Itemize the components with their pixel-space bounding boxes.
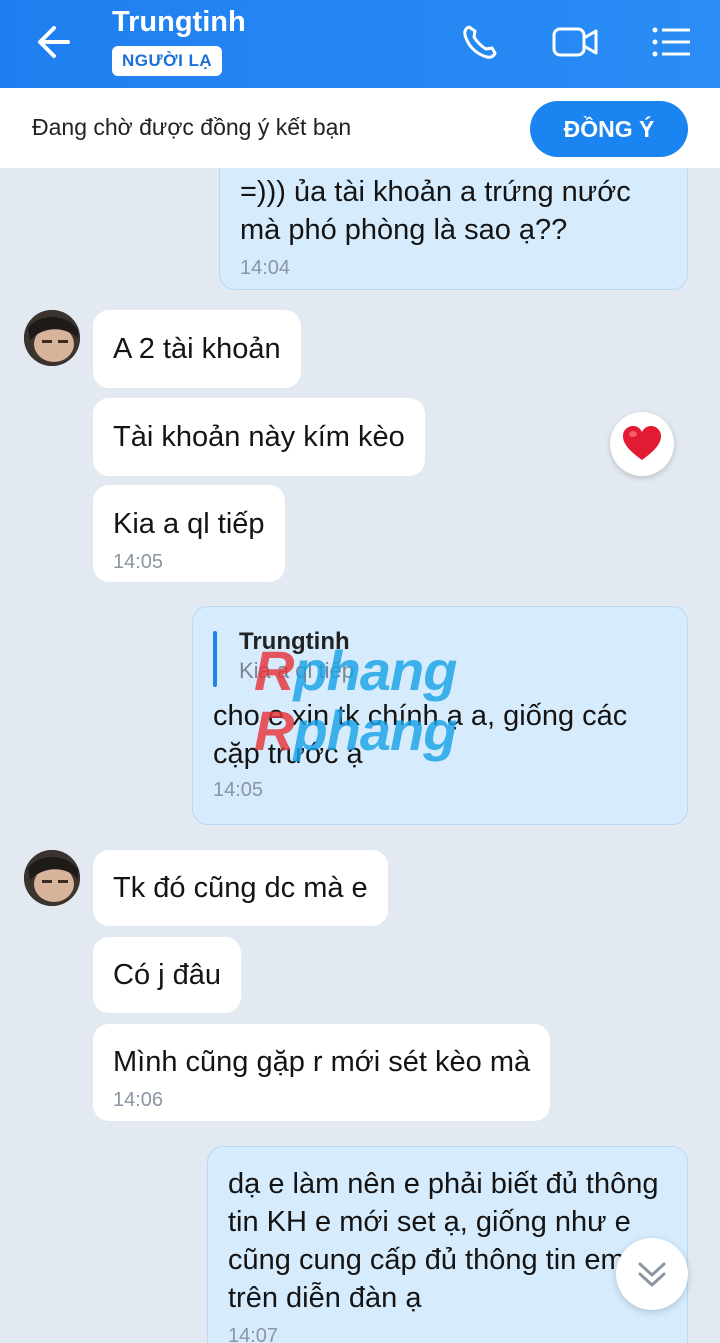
quoted-message[interactable]: Trungtinh Kia a ql tiếp xyxy=(213,627,667,687)
phone-icon[interactable] xyxy=(456,18,506,66)
avatar[interactable] xyxy=(24,850,80,906)
chat-header: Trungtinh NGƯỜI LẠ xyxy=(0,0,720,88)
chevron-down-icon xyxy=(638,1262,666,1287)
message-text: Kia a ql tiếp xyxy=(113,508,265,540)
stranger-badge: NGƯỜI LẠ xyxy=(112,46,223,76)
message-bubble-incoming[interactable]: Tk đó cũng dc mà e xyxy=(93,850,388,926)
message-text: cho e xin tk chính ạ a, giống các cặp tr… xyxy=(213,700,628,770)
avatar[interactable] xyxy=(24,310,80,366)
message-text: Mình cũng gặp r mới sét kèo mà xyxy=(113,1046,531,1078)
message-bubble-incoming[interactable]: Mình cũng gặp r mới sét kèo mà 14:06 xyxy=(93,1024,551,1121)
message-text: Tài khoản này kím kèo xyxy=(113,421,405,453)
message-text: Tk đó cũng dc mà e xyxy=(113,872,368,904)
heart-icon xyxy=(623,426,661,460)
message-bubble-incoming[interactable]: A 2 tài khoản xyxy=(93,310,301,388)
message-text: dạ e làm nên e phải biết đủ thông tin KH… xyxy=(228,1168,659,1314)
message-bubble-outgoing[interactable]: =))) ủa tài khoản a trứng nước mà phó ph… xyxy=(219,168,688,290)
message-text: Có j đâu xyxy=(113,959,222,991)
message-bubble-incoming[interactable]: Có j đâu xyxy=(93,937,242,1013)
message-time: 14:06 xyxy=(113,1089,164,1111)
quote-text: Kia a ql tiếp xyxy=(239,658,354,683)
pending-text: Đang chờ được đồng ý kết bạn xyxy=(32,114,352,140)
quote-author: Trungtinh xyxy=(239,628,350,655)
message-time: 14:05 xyxy=(113,551,164,573)
menu-icon[interactable] xyxy=(646,18,696,66)
message-time: 14:04 xyxy=(240,257,291,279)
message-text: =))) ủa tài khoản a trứng nước mà phó ph… xyxy=(240,176,631,246)
back-arrow-icon[interactable] xyxy=(30,20,80,64)
contact-name[interactable]: Trungtinh xyxy=(112,6,246,39)
reaction-button[interactable] xyxy=(610,412,674,476)
message-time: 14:07 xyxy=(228,1325,279,1343)
video-call-icon[interactable] xyxy=(550,18,600,66)
message-bubble-incoming[interactable]: Kia a ql tiếp 14:05 xyxy=(93,485,285,582)
message-bubble-outgoing[interactable]: Trungtinh Kia a ql tiếp cho e xin tk chí… xyxy=(192,606,688,825)
message-bubble-incoming[interactable]: Tài khoản này kím kèo xyxy=(93,398,425,476)
quote-bar xyxy=(213,631,217,687)
scroll-to-bottom-button[interactable] xyxy=(616,1238,688,1310)
message-time: 14:05 xyxy=(213,779,264,801)
message-text: A 2 tài khoản xyxy=(113,333,281,365)
accept-friend-button[interactable]: ĐỒNG Ý xyxy=(530,101,688,157)
message-list[interactable]: =))) ủa tài khoản a trứng nước mà phó ph… xyxy=(0,168,720,1343)
